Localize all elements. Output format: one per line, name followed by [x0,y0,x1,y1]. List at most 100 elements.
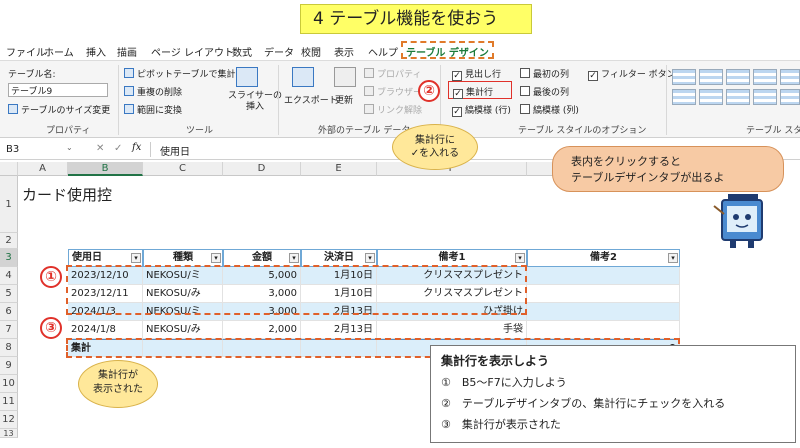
tab-data[interactable]: データ [264,44,294,59]
row-header[interactable]: 8 [0,339,18,357]
column-header[interactable]: C [143,162,223,176]
banded-columns-checkbox[interactable]: 縞模様 (列) [520,103,579,116]
tab-home[interactable]: ホーム [44,44,74,59]
row-header[interactable]: 6 [0,303,18,321]
filter-dropdown-icon[interactable]: ▾ [131,253,141,263]
remove-duplicates-button[interactable]: 重複の削除 [124,85,182,98]
row-header[interactable]: 3 [0,249,18,267]
checkbox-checked-icon: ✓ [452,71,462,81]
table-header-cell[interactable]: 備考2 ▾ [527,249,680,267]
tab-file[interactable]: ファイル [6,44,46,59]
filter-dropdown-icon[interactable]: ▾ [289,253,299,263]
tab-view[interactable]: 表示 [334,44,354,59]
header-label: 備考2 [590,252,617,263]
pivot-summary-label: ピボットテーブルで集計 [137,70,236,80]
table-name-input[interactable]: テーブル9 [8,83,108,97]
slicer-icon[interactable] [236,67,258,87]
header-row-checkbox[interactable]: ✓ 見出し行 [452,67,501,81]
table-style-swatch[interactable] [726,89,750,105]
tab-insert[interactable]: 挿入 [86,44,106,59]
refresh-button[interactable]: 更新 [335,93,353,106]
banded-columns-label: 縞模様 (列) [533,106,579,116]
banded-rows-checkbox[interactable]: ✓ 縞模様 (行) [452,103,511,117]
table-style-swatch[interactable] [780,89,800,105]
row-header[interactable]: 12 [0,411,18,429]
unlink-label: リンク解除 [377,106,423,116]
table-cell[interactable] [527,303,680,321]
table-style-swatch[interactable] [672,89,696,105]
table-cell[interactable] [527,267,680,285]
export-button[interactable]: エクスポート [284,93,338,106]
filter-dropdown-icon[interactable]: ▾ [365,253,375,263]
banded-rows-label: 縞模様 (行) [465,106,511,116]
sheet-title: カード使用控 [22,186,113,204]
remove-duplicates-label: 重複の削除 [137,88,183,98]
cancel-icon[interactable]: ✕ [96,143,104,154]
row-header[interactable]: 1 [0,176,18,233]
filter-button-checkbox[interactable]: ✓ フィルター ボタン [588,67,676,81]
slide-title: 4 テーブル機能を使おう [300,4,532,34]
ribbon-tab-bar: ファイル ホーム 挿入 描画 ページ レイアウト 数式 データ 校閲 表示 ヘル… [0,40,800,60]
table-style-swatch[interactable] [780,69,800,85]
separator [278,65,279,135]
row-header[interactable]: 10 [0,375,18,393]
row-header[interactable]: 13 [0,429,18,438]
filter-dropdown-icon[interactable]: ▾ [668,253,678,263]
tab-help[interactable]: ヘルプ [368,44,398,59]
table-style-swatch[interactable] [726,69,750,85]
filter-dropdown-icon[interactable]: ▾ [515,253,525,263]
tab-page-layout[interactable]: ページ レイアウト [151,44,234,59]
row-header[interactable]: 2 [0,233,18,249]
row-header[interactable]: 5 [0,285,18,303]
formula-input[interactable]: 使用日 [160,143,190,158]
table-style-swatch[interactable] [699,69,723,85]
row-header[interactable]: 4 [0,267,18,285]
table-cell[interactable] [527,321,680,339]
select-all-corner[interactable] [0,162,18,176]
name-box-dropdown-icon[interactable]: ⌄ [66,143,73,152]
instruction-step: ② テーブルデザインタブの、集計行にチェックを入れる [441,397,726,410]
table-cell[interactable]: 手袋 [377,321,527,339]
filter-button-label: フィルター ボタン [601,70,676,80]
filter-dropdown-icon[interactable]: ▾ [211,253,221,263]
table-style-swatch[interactable] [753,69,777,85]
pivot-summary-button[interactable]: ピボットテーブルで集計 [124,67,235,80]
tab-table-design[interactable]: テーブル デザイン [401,41,494,59]
last-column-checkbox[interactable]: 最後の列 [520,85,569,98]
column-header[interactable]: E [301,162,377,176]
refresh-icon[interactable] [334,67,356,87]
table-cell[interactable]: 2月13日 [301,321,377,339]
step-3-marker: ③ [40,317,62,339]
row-header[interactable]: 9 [0,357,18,375]
table-cell[interactable]: 2,000 [223,321,301,339]
row-header[interactable]: 7 [0,321,18,339]
function-icon[interactable]: fx [132,142,141,153]
table-style-swatch[interactable] [753,89,777,105]
table-style-swatch[interactable] [699,89,723,105]
column-header[interactable]: A [18,162,68,176]
resize-table-button[interactable]: テーブルのサイズ変更 [8,103,110,116]
enter-icon[interactable]: ✓ [114,143,122,154]
resize-table-label: テーブルのサイズ変更 [21,106,111,116]
group-style-options-label: テーブル スタイルのオプション [518,126,647,136]
column-header[interactable]: B [68,162,143,176]
table-cell[interactable]: NEKOSU/み [143,321,223,339]
tab-formulas[interactable]: 数式 [232,44,252,59]
properties-label: プロパティ [377,70,422,80]
mascot-leg [730,240,736,248]
insert-slicer-button[interactable]: スライサーの 挿入 [228,91,282,113]
column-header[interactable]: D [223,162,301,176]
instruction-box: 集計行を表示しよう ① B5～F7に入力しよう ② テーブルデザインタブの、集計… [430,345,796,443]
callout-total-shown: 集計行が 表示された [78,360,158,408]
tab-review[interactable]: 校閲 [301,44,321,59]
step-2-marker: ② [418,80,440,102]
table-cell[interactable] [527,285,680,303]
first-column-checkbox[interactable]: 最初の列 [520,67,569,80]
table-cell[interactable]: 2024/1/8 [68,321,143,339]
total-row-checkbox[interactable]: ✓ 集計行 [448,81,512,99]
table-style-swatch[interactable] [672,69,696,85]
tab-draw[interactable]: 描画 [117,44,137,59]
row-header[interactable]: 11 [0,393,18,411]
convert-to-range-button[interactable]: 範囲に変換 [124,103,182,116]
export-icon[interactable] [292,67,314,87]
